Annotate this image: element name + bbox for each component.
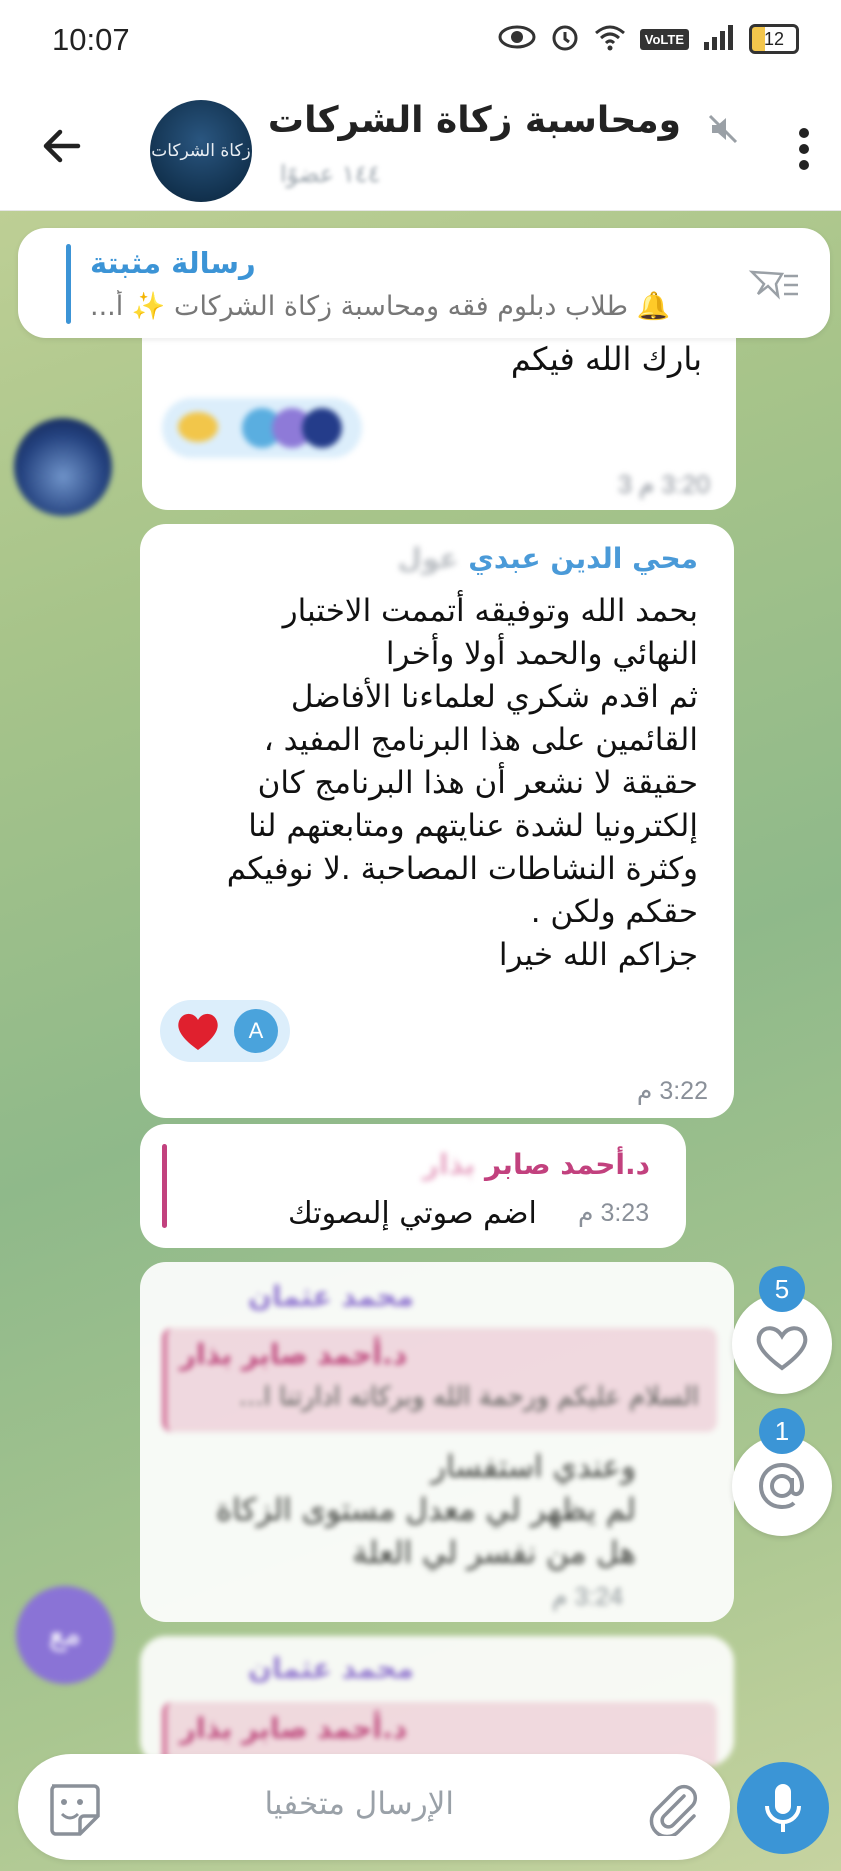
more-vertical-icon <box>799 128 809 170</box>
message-text: بارك الله فيكم <box>510 340 702 378</box>
eye-icon <box>498 24 536 54</box>
pinned-title: رسالة مثبتة <box>90 246 256 280</box>
message-time: 3:22 م <box>636 1077 708 1105</box>
group-avatar[interactable]: زكاة الشركات <box>150 100 252 202</box>
message-bubble[interactable]: محمد عثمان د.أحمد صابر بذار السلام عليكم… <box>140 1262 734 1622</box>
message-text: اضم صوتي إلىصوتك <box>288 1196 537 1231</box>
sender-name: محي الدين عبدي عول <box>397 542 698 575</box>
paperclip-icon <box>649 1784 698 1839</box>
status-time: 10:07 <box>52 22 130 57</box>
message-text: وعندي استفسار لم يظهر لي معدل مستوى الزك… <box>216 1449 636 1571</box>
chat-title[interactable]: ومحاسبة زكاة الشركات <box>268 100 681 141</box>
muted-icon <box>706 112 740 146</box>
battery-icon: 12 <box>749 24 799 54</box>
pinned-indicator <box>66 244 71 324</box>
more-menu-button[interactable] <box>797 126 811 172</box>
attach-button[interactable] <box>644 1778 702 1840</box>
reaction-emoji <box>178 412 218 442</box>
mentions-count-badge: 1 <box>759 1408 805 1454</box>
message-bubble[interactable]: محمد عثمان د.أحمد صابر بذار <box>140 1636 734 1766</box>
signal-icon <box>703 24 735 54</box>
sender-name: محمد عثمان <box>248 1280 414 1313</box>
message-time: 3:23 م <box>578 1199 650 1227</box>
microphone-button[interactable] <box>737 1762 829 1854</box>
member-count: ١٤٤ عضوًا <box>280 160 381 188</box>
sticker-button[interactable] <box>44 1780 102 1842</box>
alarm-icon <box>550 22 580 56</box>
reaction-pill[interactable] <box>162 398 362 458</box>
reactions-count-badge: 5 <box>759 1266 805 1312</box>
reaction-avatar: A <box>234 1009 278 1053</box>
sender-avatar[interactable]: مع <box>16 1586 114 1684</box>
sender-name: د.أحمد صابر بذار <box>422 1148 650 1181</box>
sticker-icon <box>50 1784 100 1836</box>
message-time: 3:20 م 3 <box>618 471 710 499</box>
heart-icon <box>176 1010 220 1056</box>
chat-header: زكاة الشركات ومحاسبة زكاة الشركات ١٤٤ عض… <box>0 82 841 211</box>
sender-bar <box>162 1144 167 1228</box>
message-input-bar: الإرسال متخفيا <box>18 1754 730 1860</box>
pinned-message[interactable]: رسالة مثبتة 🔔 طلاب دبلوم فقه ومحاسبة زكا… <box>18 228 830 338</box>
status-icons: VoLTE 12 <box>498 22 799 56</box>
sender-avatar[interactable] <box>14 418 112 516</box>
reaction-pill[interactable]: A <box>160 1000 290 1062</box>
back-button[interactable] <box>38 120 90 172</box>
sender-name: محمد عثمان <box>248 1652 414 1685</box>
message-input[interactable]: الإرسال متخفيا <box>264 1786 454 1822</box>
pinned-text: 🔔 طلاب دبلوم فقه ومحاسبة زكاة الشركات ✨ … <box>90 291 671 322</box>
message-bubble[interactable]: محي الدين عبدي عول بحمد الله وتوفيقه أتم… <box>140 524 734 1118</box>
pin-list-icon <box>748 270 798 300</box>
message-time: 3:24 م <box>552 1583 624 1611</box>
message-text: بحمد الله وتوفيقه أتممت الاختبار النهائي… <box>226 593 698 973</box>
volte-badge: VoLTE <box>639 28 689 50</box>
pinned-list-button[interactable] <box>748 264 800 304</box>
microphone-icon <box>765 1784 801 1832</box>
reply-preview[interactable]: د.أحمد صابر بذار السلام عليكم ورحمة الله… <box>162 1328 717 1432</box>
wifi-icon <box>594 23 626 55</box>
arrow-left-icon <box>43 129 81 163</box>
status-bar: 10:07 VoLTE 12 <box>0 0 841 82</box>
message-bubble[interactable]: د.أحمد صابر بذار اضم صوتي إلىصوتك 3:23 م <box>140 1124 686 1248</box>
reaction-avatar <box>302 408 342 448</box>
